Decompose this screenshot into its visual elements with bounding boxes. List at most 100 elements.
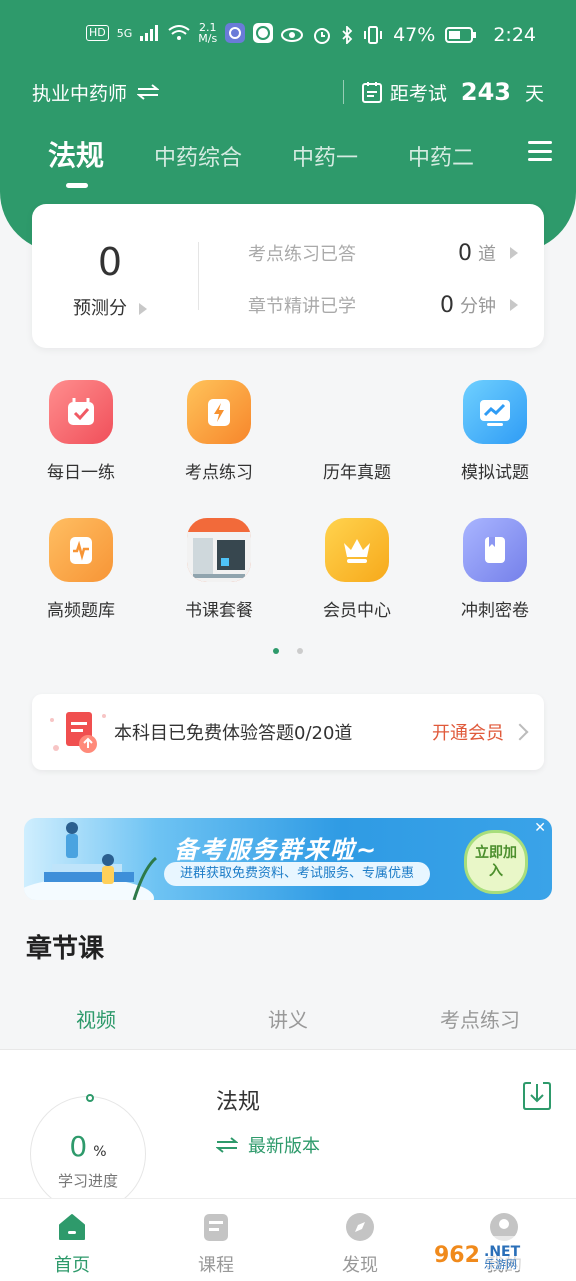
calendar-icon <box>361 82 382 103</box>
exam-countdown[interactable]: 距考试 243 天 <box>342 78 544 106</box>
net-speed: 2.1 M/s <box>198 21 218 45</box>
tab-tcm-comprehensive[interactable]: 中药综合 <box>154 132 242 172</box>
arrow-right-icon <box>510 299 518 311</box>
grid-label: 高频题库 <box>47 601 115 621</box>
stat-unit: 道 <box>478 244 496 265</box>
grid-item-sprint-papers[interactable]: 冲刺密卷 <box>426 518 564 621</box>
version-switch[interactable]: 最新版本 <box>216 1132 320 1158</box>
grid-item-topic-practice[interactable]: 考点练习 <box>150 380 288 483</box>
stat-unit: 分钟 <box>460 296 496 317</box>
calendar-check-icon <box>49 380 113 444</box>
trial-text: 本科目已免费体验答题0/20道 <box>114 723 353 744</box>
nav-discover[interactable]: 发现 <box>288 1199 432 1281</box>
grid-item-book-bundle[interactable]: 书课套餐 <box>150 518 288 621</box>
exam-suffix: 天 <box>524 82 544 105</box>
watermark-logo: 962 .NET 乐游网 <box>428 1232 568 1274</box>
nav-courses[interactable]: 课程 <box>144 1199 288 1281</box>
battery-icon <box>445 27 477 43</box>
grid-item-vip-center[interactable]: 会员中心 <box>288 518 426 621</box>
service-group-banner[interactable]: 备考服务群来啦~ 进群获取免费资料、考试服务、专属优惠 立即加入 ✕ <box>24 818 552 900</box>
svg-text:962: 962 <box>434 1243 480 1268</box>
version-label: 最新版本 <box>248 1136 320 1157</box>
music-app-icon <box>225 23 246 43</box>
progress-value: 0% <box>69 1130 107 1163</box>
stat-label: 考点练习已答 <box>248 244 356 265</box>
grid-item-daily-practice[interactable]: 每日一练 <box>12 380 150 483</box>
arrow-right-icon <box>139 303 147 315</box>
home-icon <box>59 1214 85 1240</box>
open-membership-link[interactable]: 开通会员 <box>432 719 504 745</box>
divider <box>342 80 344 104</box>
predicted-score-link[interactable]: 预测分 <box>32 294 188 320</box>
page-dot <box>297 648 303 654</box>
page-dot-active <box>273 648 279 654</box>
answered-stat[interactable]: 考点练习已答 0 道 <box>248 240 518 266</box>
svg-text:乐游网: 乐游网 <box>484 1258 517 1271</box>
certificate-name: 执业中药师 <box>32 82 128 105</box>
grid-item-mock-tests[interactable]: 模拟试题 <box>426 380 564 483</box>
compass-icon <box>346 1213 374 1241</box>
predicted-score[interactable]: 0 <box>32 240 188 284</box>
close-icon[interactable]: ✕ <box>534 820 546 836</box>
vibrate-icon <box>364 26 383 44</box>
stat-value: 0 <box>440 292 454 318</box>
download-icon[interactable] <box>522 1080 552 1112</box>
score-card: 0 预测分 考点练习已答 0 道 章节精讲已学 0 分钟 <box>32 204 544 348</box>
arrow-right-icon <box>510 247 518 259</box>
course-card[interactable]: 0% 学习进度 法规 最新版本 <box>0 1050 576 1212</box>
grid-label: 冲刺密卷 <box>461 601 529 621</box>
section-title: 章节课 <box>26 934 105 964</box>
tab-topic-practice[interactable]: 考点练习 <box>384 1004 576 1033</box>
tab-handout[interactable]: 讲义 <box>192 1004 384 1033</box>
grid-label: 书课套餐 <box>185 601 253 621</box>
tab-tcm-two[interactable]: 中药二 <box>408 132 474 172</box>
switch-arrows-icon <box>137 84 160 100</box>
exam-prefix: 距考试 <box>389 82 447 105</box>
banner-title: 备考服务群来啦~ <box>174 836 379 864</box>
tab-tcm-one[interactable]: 中药一 <box>292 132 358 172</box>
studied-stat[interactable]: 章节精讲已学 0 分钟 <box>248 292 518 318</box>
join-button[interactable]: 立即加入 <box>464 830 528 894</box>
grid-label: 考点练习 <box>185 463 253 483</box>
menu-icon[interactable] <box>528 141 552 161</box>
nav-home[interactable]: 首页 <box>0 1199 144 1281</box>
course-icon <box>204 1214 228 1241</box>
hd-badge: HD <box>86 25 109 41</box>
progress-marker <box>86 1094 94 1102</box>
monitor-chart-icon <box>463 380 527 444</box>
page-indicator <box>0 648 576 654</box>
past-exams-icon <box>325 380 389 444</box>
chevron-right-icon <box>511 723 529 741</box>
status-bar: HD 5G 2.1 M/s 47% 2:24 <box>0 0 576 72</box>
wifi-icon <box>168 25 190 40</box>
clock: 2:24 <box>493 24 536 46</box>
signal-icon <box>140 25 159 41</box>
progress-label: 学习进度 <box>57 1172 118 1190</box>
stat-label: 章节精讲已学 <box>248 296 356 317</box>
free-trial-bar[interactable]: 本科目已免费体验答题0/20道 开通会员 <box>32 694 544 770</box>
grid-item-high-frequency[interactable]: 高频题库 <box>12 518 150 621</box>
chapter-tabs: 视频 讲义 考点练习 <box>0 1004 576 1033</box>
eye-icon <box>281 28 304 42</box>
bluetooth-icon <box>342 26 353 44</box>
scroll-pulse-icon <box>49 518 113 582</box>
certificate-switcher[interactable]: 执业中药师 <box>32 79 160 106</box>
grid-label: 模拟试题 <box>461 463 529 483</box>
switch-arrows-icon <box>216 1137 238 1153</box>
alarm-icon <box>314 28 331 44</box>
tab-video[interactable]: 视频 <box>0 1004 192 1033</box>
document-upload-icon <box>50 712 106 753</box>
stat-value: 0 <box>458 240 472 266</box>
grid-label: 每日一练 <box>47 463 115 483</box>
tab-laws[interactable]: 法规 <box>48 132 104 188</box>
crown-icon <box>325 518 389 582</box>
mobile-app-icon <box>253 23 274 43</box>
grid-item-past-exams[interactable]: 历年真题 <box>288 380 426 483</box>
banner-subtitle: 进群获取免费资料、考试服务、专属优惠 <box>164 862 431 886</box>
book-package-icon <box>187 518 251 582</box>
grid-label: 历年真题 <box>323 463 391 483</box>
battery-percent: 47% <box>393 24 436 46</box>
network-type: 5G <box>116 26 133 40</box>
course-name: 法规 <box>216 1090 261 1115</box>
subject-tabs: 法规 中药综合 中药一 中药二 <box>48 132 556 188</box>
